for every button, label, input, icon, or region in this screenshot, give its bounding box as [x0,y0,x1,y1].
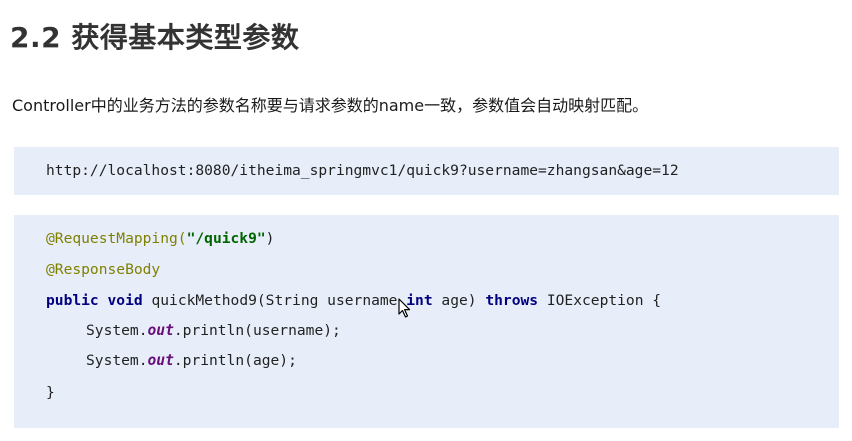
code-line-close-brace: } [46,384,55,401]
code-line-method-signature: public void quickMethod9(String username… [46,292,661,309]
code-line-print-age: System.out.println(age); [86,352,297,369]
system-class: System. [86,322,148,339]
method-name-params: quickMethod9(String username, [142,292,407,309]
section-heading: 2.2 获得基本类型参数 [10,21,300,54]
annotation-request-mapping: @RequestMapping( [46,230,187,247]
java-code-block: @RequestMapping("/quick9") @ResponseBody… [14,215,839,428]
code-line-request-mapping: @RequestMapping("/quick9") [46,230,274,247]
out-field: out [147,322,174,339]
param-age: age) [432,292,486,309]
keyword-throws: throws [485,292,539,309]
annotation-response-body: @ResponseBody [46,261,161,278]
exception-type: IOException { [538,292,662,309]
annotation-close-paren: ) [265,230,275,247]
request-url-example: http://localhost:8080/itheima_springmvc1… [46,162,679,179]
system-class: System. [86,352,148,369]
closing-brace: } [46,384,55,401]
println-age: .println(age); [173,352,297,369]
mouse-pointer-icon [398,298,411,318]
code-line-response-body: @ResponseBody [46,261,160,278]
description-text: Controller中的业务方法的参数名称要与请求参数的name一致，参数值会自… [12,96,649,115]
url-code-block: http://localhost:8080/itheima_springmvc1… [14,147,839,195]
println-username: .println(username); [173,322,341,339]
code-line-print-username: System.out.println(username); [86,322,341,339]
out-field: out [147,352,174,369]
keyword-void: void [107,292,143,309]
mapping-path-string: "/quick9" [186,230,266,247]
keyword-public: public [46,292,99,309]
